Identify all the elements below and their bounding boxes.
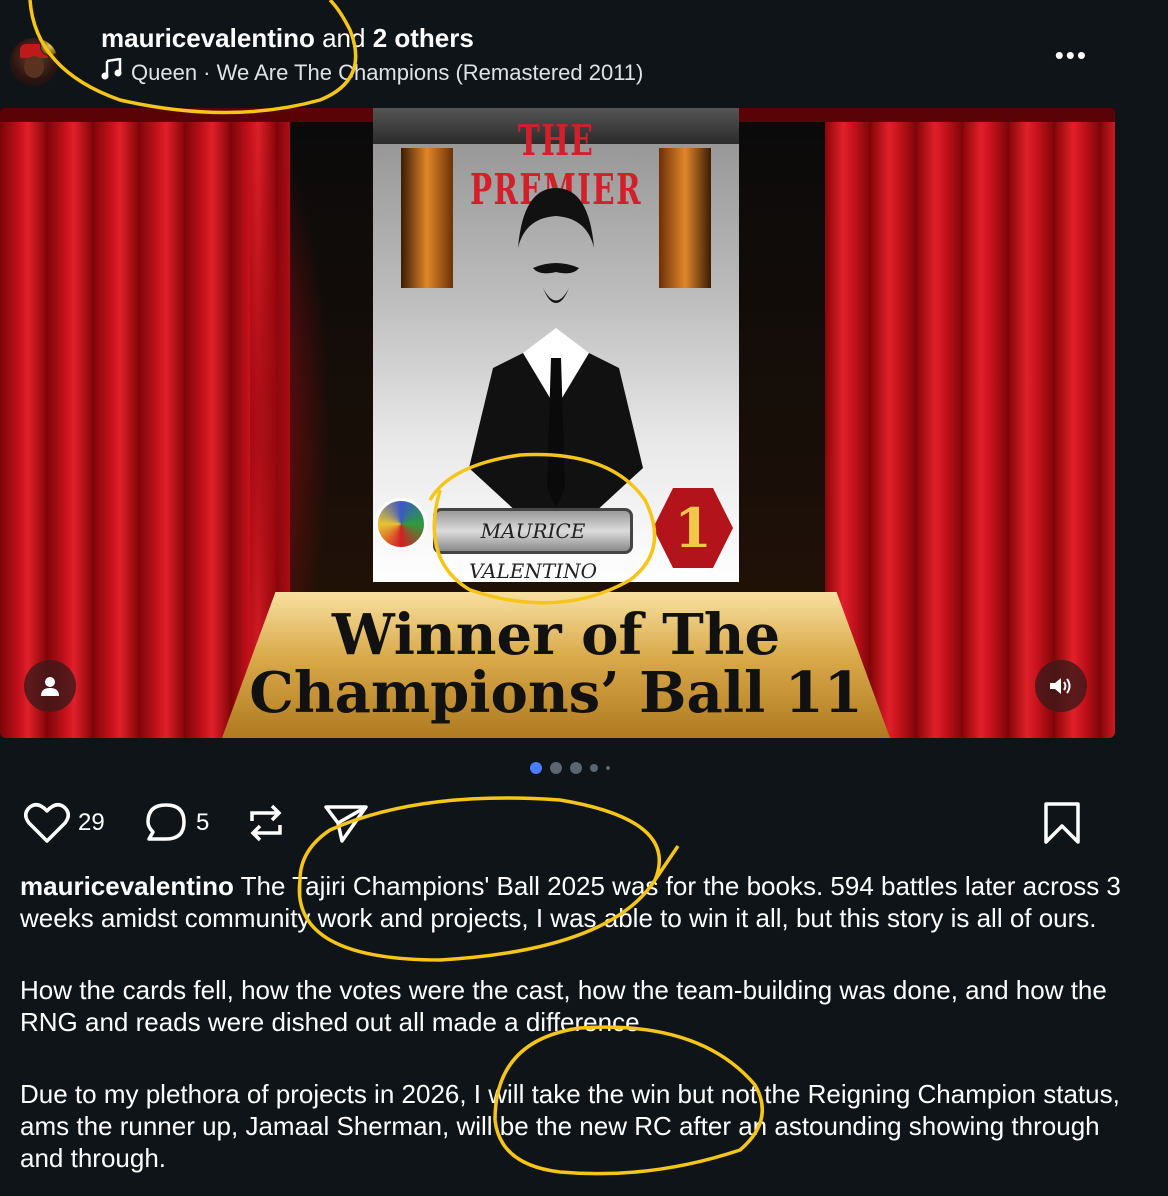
banner-line-2: Champions’ Ball 11 [249,660,863,726]
repost-button[interactable] [244,798,288,848]
tagged-people-button[interactable] [24,660,76,712]
caption-paragraph-1: mauricevalentino The Tajiri Champions' B… [20,870,1130,934]
comment-button[interactable]: 5 [144,798,209,848]
banner-line-1: Winner of The [331,602,781,668]
comment-icon [146,803,186,841]
poster: THE PREMIER MAURICE VALENTINO 1 [373,108,739,583]
silhouette-figure [469,188,643,528]
song-title: Queen · We Are The Champions (Remastered… [131,60,644,85]
event-logo [375,498,427,550]
and-text: and [314,23,373,53]
avatar-face [24,56,44,78]
post-author-line: mauricevalentino and 2 others [101,22,474,54]
more-options-icon[interactable]: ••• [1055,40,1088,71]
carousel-dot[interactable] [606,766,610,770]
bookmark-button[interactable] [1042,798,1082,848]
avatar[interactable] [10,38,58,86]
carousel-dot[interactable] [590,764,598,772]
post-media[interactable]: THE PREMIER MAURICE VALENTINO 1 Winner o… [0,108,1115,738]
caption-username[interactable]: mauricevalentino [20,871,234,901]
carousel-dot[interactable] [570,762,582,774]
carousel-dot[interactable] [530,762,542,774]
repost-icon [250,804,282,842]
share-button[interactable] [322,798,370,848]
others-link[interactable]: 2 others [373,23,474,53]
bookmark-icon [1044,802,1080,844]
caption-paragraph-2: How the cards fell, how the votes were t… [20,975,1107,1037]
like-count: 29 [78,809,105,836]
curtain-left [0,108,330,738]
like-button[interactable]: 29 [24,798,105,848]
caption-paragraph-3: Due to my plethora of projects in 2026, … [20,1079,1120,1173]
comment-count: 5 [196,809,210,836]
winner-banner: Winner of The Champions’ Ball 11 [222,592,890,738]
carousel-dot[interactable] [550,762,562,774]
send-icon [324,805,368,843]
speaker-icon [1050,678,1071,694]
curtain-right [825,108,1115,738]
nameplate: MAURICE VALENTINO [433,508,633,583]
person-icon [41,677,59,696]
music-note-icon [101,57,123,87]
avatar-badge-icon [40,38,58,56]
post-caption: mauricevalentino The Tajiri Champions' B… [20,870,1130,1196]
heart-icon [24,803,70,843]
volume-button[interactable] [1035,660,1087,712]
username-link[interactable]: mauricevalentino [101,23,315,53]
action-bar: 29 5 [24,798,1144,848]
carousel-dots [530,762,610,774]
music-line[interactable]: Queen · We Are The Champions (Remastered… [101,57,644,87]
